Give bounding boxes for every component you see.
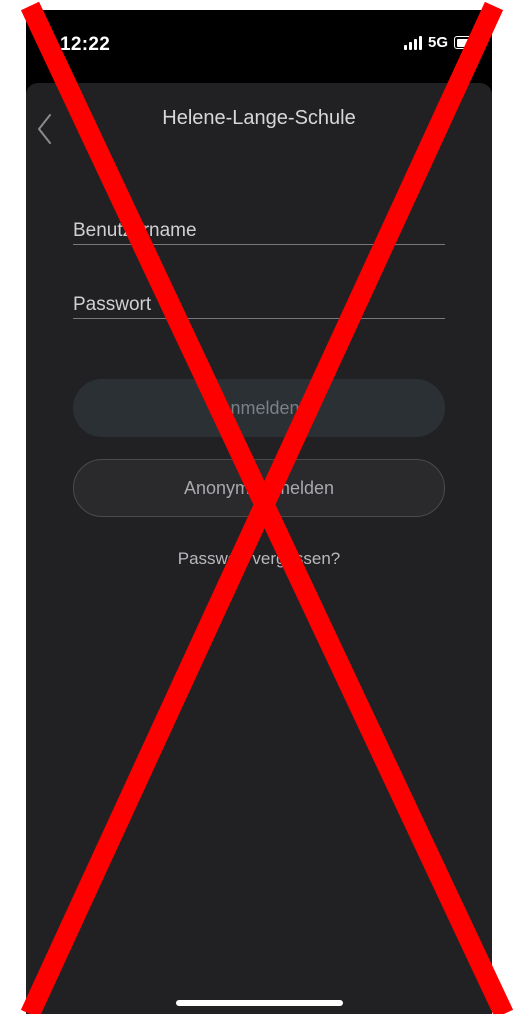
password-placeholder: Passwort (73, 294, 152, 315)
status-indicators: 5G (403, 34, 478, 51)
signal-bars-icon (403, 35, 422, 50)
page-title: Helene-Lange-Schule (162, 107, 356, 129)
status-time: 12:22 (60, 34, 111, 55)
password-field[interactable]: Passwort (73, 278, 445, 319)
login-sheet: Helene-Lange-Schule Benutzername Passwor… (26, 83, 492, 1014)
home-indicator (176, 1000, 343, 1006)
battery-icon (454, 36, 478, 49)
anonymous-login-button[interactable]: Anonym anmelden (73, 459, 445, 517)
status-bar: 12:22 5G (26, 10, 492, 80)
phone-screen: 12:22 5G Helene-Lange-Schule Benutzernam… (26, 10, 492, 1014)
network-type: 5G (427, 34, 448, 51)
login-button[interactable]: Anmelden (73, 379, 445, 437)
username-placeholder: Benutzername (73, 220, 197, 241)
forgot-password-link[interactable]: Passwort vergessen? (26, 549, 492, 569)
username-field[interactable]: Benutzername (73, 204, 445, 245)
